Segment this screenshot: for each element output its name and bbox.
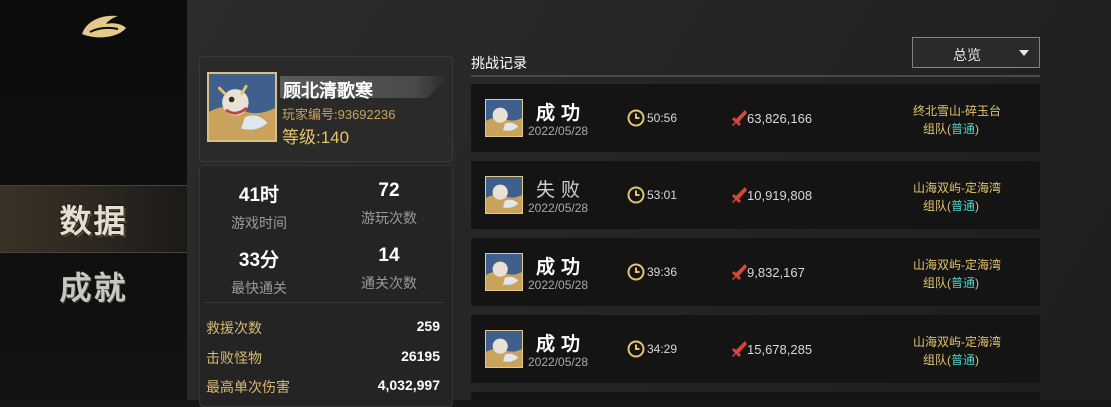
record-row[interactable]: 成功 2022/05/28 34:29 15,678,285 山海双屿-定海湾 … xyxy=(471,315,1040,383)
record-damage: 10,919,808 xyxy=(747,188,813,203)
record-duration: 50:56 xyxy=(647,111,678,125)
hero-portrait-icon xyxy=(486,177,522,213)
records-divider xyxy=(471,75,1040,77)
record-mode-text: 组队 xyxy=(923,276,948,290)
avatar xyxy=(485,330,523,368)
stat-row-key: 击败怪物 xyxy=(206,350,262,366)
record-duration: 34:29 xyxy=(647,342,678,356)
clock-icon xyxy=(627,186,645,204)
stat-play-count: 72 游玩次数 xyxy=(326,180,452,228)
sword-damage-icon xyxy=(732,187,747,203)
avatar xyxy=(485,253,523,291)
record-row[interactable]: 成功 2022/05/28 50:56 63,826,166 终北雪山-碎玉台 … xyxy=(471,84,1040,152)
record-date: 2022/05/28 xyxy=(528,124,589,138)
nav-item-data[interactable]: 数据 xyxy=(0,185,187,253)
hero-portrait-icon xyxy=(486,331,522,367)
nav-item-achievements[interactable]: 成就 xyxy=(0,253,187,319)
record-row[interactable]: 成功 2022/05/28 39:36 9,832,167 山海双屿-定海湾 组… xyxy=(471,238,1040,306)
player-id: 玩家编号:93692236 xyxy=(282,107,396,122)
record-date: 2022/05/28 xyxy=(528,201,589,215)
record-date: 2022/05/28 xyxy=(528,278,589,292)
stat-row-kills: 击败怪物 26195 xyxy=(206,348,440,368)
record-map: 山海双屿-定海湾 xyxy=(913,181,1001,195)
record-damage: 9,832,167 xyxy=(747,265,805,280)
stat-label: 游玩次数 xyxy=(361,210,417,226)
sword-damage-icon xyxy=(732,341,747,357)
stat-row-key: 最高单次伤害 xyxy=(206,379,290,395)
record-duration: 53:01 xyxy=(647,188,678,202)
divider xyxy=(204,302,444,303)
clock-icon xyxy=(627,340,645,358)
avatar[interactable] xyxy=(207,72,277,142)
stat-clear-count: 14 通关次数 xyxy=(326,245,452,293)
record-mode-text: 组队 xyxy=(923,122,948,136)
record-map: 山海双屿-定海湾 xyxy=(913,258,1001,272)
stat-row-key: 救援次数 xyxy=(206,320,262,336)
stat-play-time: 41时 游戏时间 xyxy=(196,180,322,233)
record-date: 2022/05/28 xyxy=(528,355,589,369)
caret-down-icon xyxy=(1019,50,1029,56)
avatar xyxy=(485,176,523,214)
sword-damage-icon xyxy=(732,110,747,126)
stat-row-rescues: 救援次数 259 xyxy=(206,318,440,338)
avatar xyxy=(485,99,523,137)
stat-value: 33分 xyxy=(238,250,280,271)
record-map: 山海双屿-定海湾 xyxy=(913,335,1001,349)
record-difficulty: 普通 xyxy=(951,276,976,290)
record-row[interactable]: 失败 2022/05/28 53:01 10,919,808 山海双屿-定海湾 … xyxy=(471,161,1040,229)
nav-item-label: 数据 xyxy=(59,202,128,240)
stat-label: 最快通关 xyxy=(231,280,287,296)
hero-portrait-icon xyxy=(209,74,275,140)
left-nav: 数据 成就 xyxy=(0,0,187,400)
stat-fastest-clear: 33分 最快通关 xyxy=(196,245,322,298)
stat-row-max-damage: 最高单次伤害 4,032,997 xyxy=(206,377,440,397)
hero-portrait-icon xyxy=(486,254,522,290)
record-result: 失败 xyxy=(535,180,586,201)
hero-portrait-icon xyxy=(486,100,522,136)
profile-card: 顾北清歌寒 玩家编号:93692236 等级:140 xyxy=(199,56,453,162)
record-damage: 63,826,166 xyxy=(747,111,813,126)
stat-value: 14 xyxy=(378,245,400,266)
stat-row-value: 4,032,997 xyxy=(377,377,440,393)
stat-label: 游戏时间 xyxy=(231,215,287,231)
record-difficulty: 普通 xyxy=(951,199,976,213)
record-damage: 15,678,285 xyxy=(747,342,813,357)
stat-value: 41时 xyxy=(238,185,280,206)
clock-icon xyxy=(627,109,645,127)
record-result: 成功 xyxy=(535,103,586,124)
stat-value: 72 xyxy=(378,180,400,201)
records-filter-dropdown[interactable]: 总览 xyxy=(912,37,1040,68)
record-mode-text: 组队 xyxy=(923,199,948,213)
player-name: 顾北清歌寒 xyxy=(283,81,373,101)
record-map: 终北雪山-碎玉台 xyxy=(913,104,1001,118)
record-result: 成功 xyxy=(535,334,586,355)
stat-label: 通关次数 xyxy=(361,275,417,291)
record-difficulty: 普通 xyxy=(951,353,976,367)
record-mode: 组队(普通) xyxy=(923,122,980,136)
records-title: 挑战记录 xyxy=(471,55,527,71)
game-logo-icon xyxy=(78,8,130,42)
record-mode: 组队(普通) xyxy=(923,276,980,290)
record-row-partial[interactable] xyxy=(471,392,1040,400)
record-mode-text: 组队 xyxy=(923,353,948,367)
sword-damage-icon xyxy=(732,264,747,280)
player-level: 等级:140 xyxy=(282,128,350,147)
stat-row-value: 259 xyxy=(416,318,440,334)
record-mode: 组队(普通) xyxy=(923,199,980,213)
nav-item-label: 成就 xyxy=(59,269,128,307)
stat-row-value: 26195 xyxy=(401,348,440,364)
record-duration: 39:36 xyxy=(647,265,678,279)
clock-icon xyxy=(627,263,645,281)
filter-selected-value: 总览 xyxy=(953,47,981,63)
record-difficulty: 普通 xyxy=(951,122,976,136)
record-result: 成功 xyxy=(535,257,586,278)
record-mode: 组队(普通) xyxy=(923,353,980,367)
